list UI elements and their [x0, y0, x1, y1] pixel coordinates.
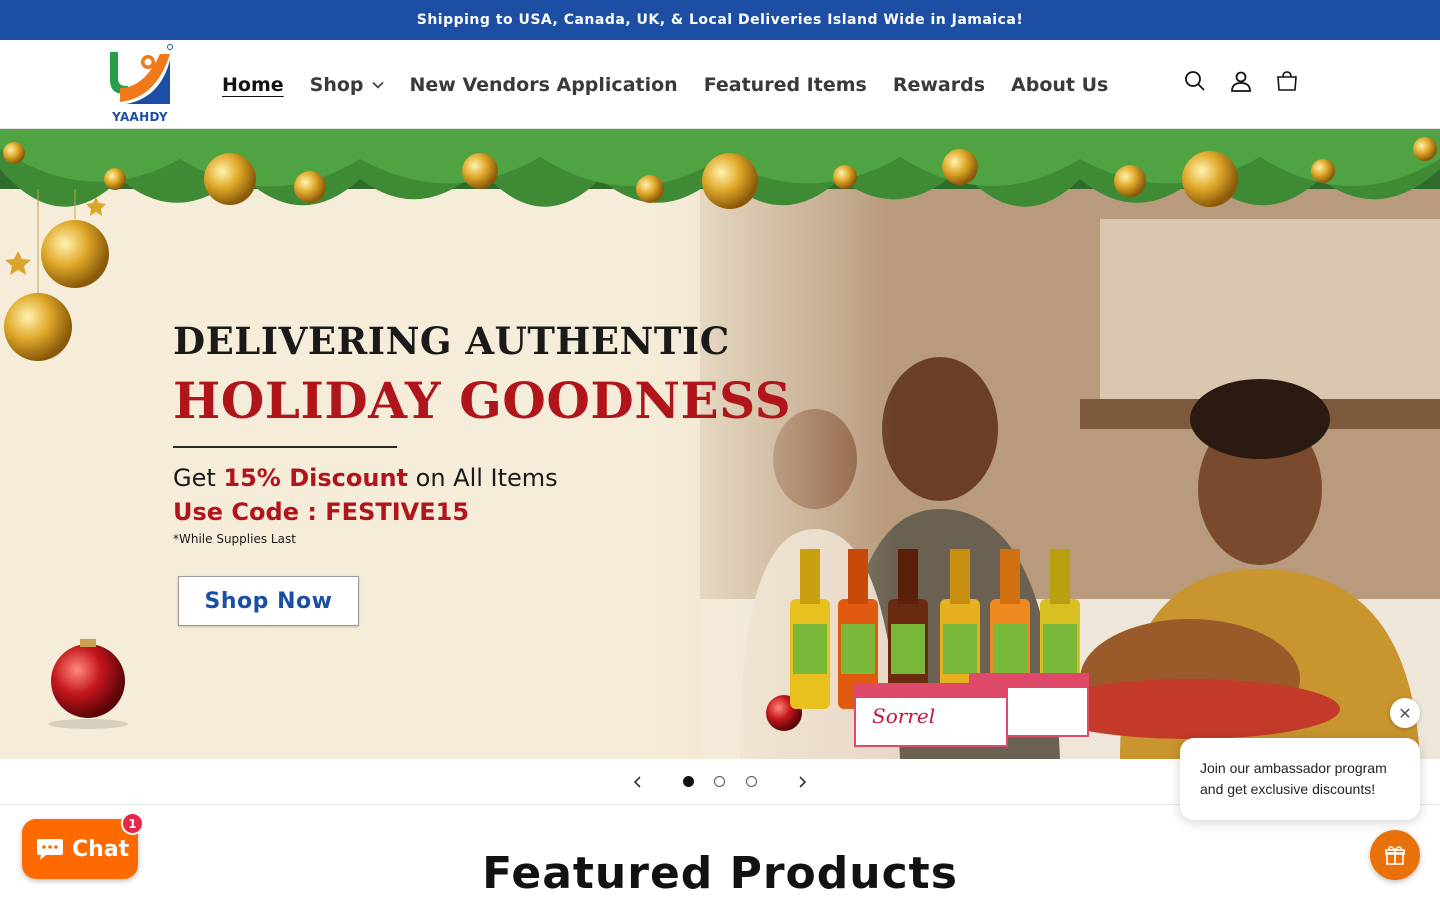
shop-now-button[interactable]: Shop Now [178, 576, 359, 626]
ambassador-close-button[interactable]: ✕ [1390, 698, 1420, 728]
announcement-bar: Shipping to USA, Canada, UK, & Local Del… [0, 0, 1440, 40]
chevron-left-icon [633, 776, 641, 788]
hero-banner[interactable]: Sorrel DELIVERING AUTHENTIC HOLIDAY GOOD… [0, 129, 1440, 759]
promo-prefix: Get [173, 464, 224, 492]
chat-label: Chat [72, 836, 130, 862]
nav-label-featured: Featured Items [703, 73, 867, 96]
nav-label-shop: Shop [309, 73, 364, 96]
header-icons [1180, 66, 1318, 96]
sorrel-tea-boxes-image: Sorrel [854, 673, 1089, 747]
ambassador-text: Join our ambassador program and get excl… [1200, 760, 1387, 797]
chat-bubble-icon [37, 839, 63, 860]
logo[interactable]: YAAHDY [104, 44, 176, 124]
chevron-right-icon [799, 776, 807, 788]
rewards-gift-button[interactable] [1370, 830, 1420, 880]
tea-box-label: Sorrel [872, 704, 935, 728]
search-button[interactable] [1180, 66, 1210, 96]
cart-button[interactable] [1272, 66, 1302, 96]
slider-dot-3[interactable] [746, 776, 757, 787]
hero-text: DELIVERING AUTHENTIC HOLIDAY GOODNESS Ge… [173, 319, 813, 546]
nav-label-new-vendors: New Vendors Application [409, 73, 678, 96]
nav-item-new-vendors[interactable]: New Vendors Application [410, 74, 678, 96]
account-icon [1231, 71, 1251, 92]
logo-text: YAAHDY [112, 110, 168, 124]
slider-next-button[interactable] [793, 773, 811, 791]
nav-item-rewards[interactable]: Rewards [893, 74, 985, 96]
main-nav: Home Shop New Vendors Application Featur… [222, 40, 1134, 129]
nav-item-shop[interactable]: Shop [310, 74, 384, 96]
hero-heading-line2: HOLIDAY GOODNESS [173, 371, 792, 430]
hero-note: *While Supplies Last [173, 532, 296, 546]
promo-highlight: 15% Discount [223, 464, 408, 492]
logo-mark-icon [110, 44, 173, 104]
hero-promo: Get 15% Discount on All Items [173, 464, 813, 492]
ambassador-popup[interactable]: Join our ambassador program and get excl… [1180, 738, 1420, 820]
hero-heading-line1: DELIVERING AUTHENTIC [173, 319, 730, 363]
cart-icon [1277, 71, 1297, 91]
nav-item-home[interactable]: Home [222, 74, 284, 96]
site-header: YAAHDY Home Shop New Vendors Application… [0, 40, 1440, 129]
nav-item-about[interactable]: About Us [1011, 74, 1108, 96]
nav-label-about: About Us [1011, 73, 1109, 96]
promo-suffix: on All Items [408, 464, 558, 492]
slider-dot-2[interactable] [714, 776, 725, 787]
nav-item-featured[interactable]: Featured Items [704, 74, 867, 96]
announcement-text: Shipping to USA, Canada, UK, & Local Del… [416, 12, 1024, 28]
gift-icon [1385, 846, 1405, 865]
search-icon [1185, 71, 1205, 91]
chat-badge: 1 [121, 812, 144, 835]
slider-prev-button[interactable] [629, 773, 647, 791]
nav-label-rewards: Rewards [892, 73, 986, 96]
featured-products-heading: Featured Products [482, 848, 958, 899]
hero-promo-code: Use Code : FESTIVE15 [173, 498, 470, 526]
slider-dot-1[interactable] [683, 776, 694, 787]
chevron-down-icon [371, 81, 384, 89]
nav-label-home: Home [222, 73, 284, 96]
account-button[interactable] [1226, 66, 1256, 96]
hero-divider [173, 446, 397, 448]
chat-button[interactable]: Chat [22, 819, 138, 879]
